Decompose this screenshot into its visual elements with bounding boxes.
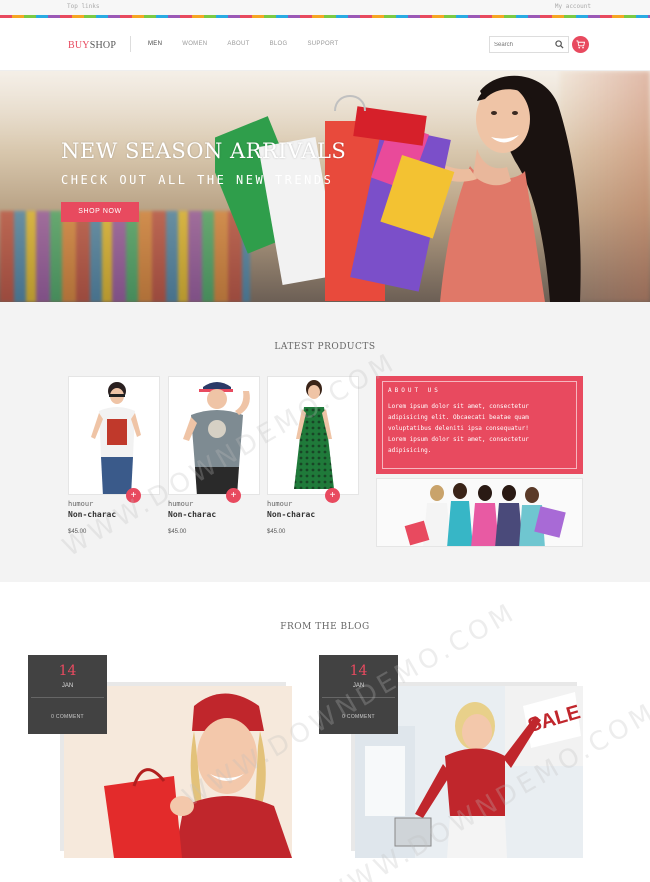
nav-item-support[interactable]: SUPPORT	[307, 41, 338, 47]
product-image[interactable]	[168, 376, 260, 495]
main-nav: MEN WOMEN ABOUT BLOG SUPPORT	[148, 41, 358, 47]
logo-buy: BUY	[68, 40, 90, 51]
nav-item-about[interactable]: ABOUT	[227, 41, 249, 47]
divider	[130, 36, 131, 52]
about-us-text: Lorem ipsum dolor sit amet, consectetur …	[388, 403, 529, 454]
post-day: 14	[58, 663, 77, 679]
product-name[interactable]: Non-charac	[68, 510, 116, 519]
nav-item-men[interactable]: MEN	[148, 41, 162, 47]
date-divider	[31, 697, 104, 698]
blog-title: FROM THE BLOG	[280, 622, 370, 632]
product-price: $45.00	[168, 529, 187, 535]
hero-title: NEW SEASON ARRIVALS	[61, 139, 347, 163]
hero-subtitle: CHECK OUT ALL THE NEW TRENDS	[61, 173, 334, 187]
group-shoppers-image	[376, 478, 583, 547]
post-month: JAN	[352, 683, 365, 689]
latest-products-title: LATEST PRODUCTS	[274, 342, 376, 352]
date-divider	[322, 697, 395, 698]
about-us-box: ABOUT US Lorem ipsum dolor sit amet, con…	[376, 376, 583, 474]
product-name[interactable]: Non-charac	[168, 510, 216, 519]
product-price: $45.00	[68, 529, 87, 535]
post-day: 14	[349, 663, 368, 679]
product-name[interactable]: Non-charac	[267, 510, 315, 519]
latest-products-section: LATEST PRODUCTS + humour Non-charac $45.…	[0, 302, 650, 582]
nav-item-blog[interactable]: BLOG	[270, 41, 288, 47]
top-links[interactable]: Top links	[67, 3, 100, 10]
post-month: JAN	[61, 683, 74, 689]
product-image[interactable]	[68, 376, 160, 495]
post-comments[interactable]: 0 COMMENT	[319, 714, 398, 720]
post-date-badge: 14 JAN 0 COMMENT	[28, 655, 107, 734]
add-to-cart-plus[interactable]: +	[226, 488, 241, 503]
account-link[interactable]: My account	[555, 3, 591, 10]
about-us-heading: ABOUT US	[388, 387, 441, 394]
logo-shop: SHOP	[89, 40, 117, 51]
product-category: humour	[267, 500, 293, 508]
search-box	[489, 36, 569, 53]
product-image[interactable]	[267, 376, 359, 495]
search-icon[interactable]	[555, 40, 564, 49]
search-input[interactable]	[494, 40, 552, 50]
hero-banner: NEW SEASON ARRIVALS CHECK OUT ALL THE NE…	[0, 71, 650, 302]
cart-icon	[576, 40, 585, 49]
store-shelves	[0, 211, 250, 302]
add-to-cart-plus[interactable]: +	[325, 488, 340, 503]
shop-now-button[interactable]: SHOP NOW	[61, 202, 139, 222]
product-category: humour	[168, 500, 194, 508]
nav-item-women[interactable]: WOMEN	[182, 41, 207, 47]
post-comments[interactable]: 0 COMMENT	[28, 714, 107, 720]
header: BUYSHOP MEN WOMEN ABOUT BLOG SUPPORT	[0, 18, 650, 71]
cart-button[interactable]	[572, 36, 589, 53]
logo[interactable]: BUYSHOP	[68, 40, 116, 51]
product-price: $45.00	[267, 529, 286, 535]
add-to-cart-plus[interactable]: +	[126, 488, 141, 503]
post-date-badge: 14 JAN 0 COMMENT	[319, 655, 398, 734]
product-category: humour	[68, 500, 94, 508]
top-bar: Top links My account	[0, 0, 650, 15]
